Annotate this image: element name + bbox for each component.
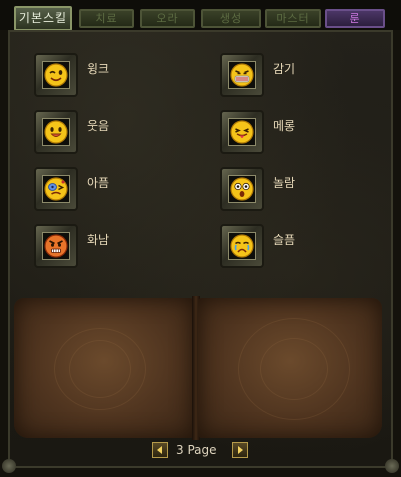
skill-label-wink: 윙크 — [87, 62, 110, 76]
skill-label-tongue: 메롱 — [273, 119, 296, 133]
next-page-button[interactable] — [232, 442, 248, 458]
skill-label-surprised: 놀람 — [273, 176, 296, 190]
skill-slot-angry[interactable] — [34, 224, 78, 268]
triangle-right-icon — [238, 446, 243, 454]
prev-page-button[interactable] — [152, 442, 168, 458]
surprised-emoticon-icon — [230, 177, 254, 201]
tongue-out-emoticon-icon — [230, 120, 254, 144]
skill-label-laugh: 웃음 — [87, 119, 110, 133]
skill-label-angry: 화남 — [87, 233, 110, 247]
skill-label-sad: 슬픔 — [273, 233, 296, 247]
skill-slot-hurt[interactable] — [34, 167, 78, 211]
skill-window: 기본스킬 치료 오라 생성 마스터 룬 윙크 감기 웃음 메롱 아픔 놀람 화남… — [0, 0, 401, 477]
sad-emoticon-icon — [230, 234, 254, 258]
skill-slot-laugh[interactable] — [34, 110, 78, 154]
tab-master[interactable]: 마스터 — [265, 9, 321, 28]
skill-slot-cold[interactable] — [220, 53, 264, 97]
cold-masked-emoticon-icon — [230, 63, 254, 87]
tab-aura[interactable]: 오라 — [140, 9, 195, 28]
skill-slot-tongue[interactable] — [220, 110, 264, 154]
page-indicator: 3 Page — [176, 443, 217, 457]
skill-label-cold: 감기 — [273, 62, 296, 76]
skill-slot-wink[interactable] — [34, 53, 78, 97]
laugh-emoticon-icon — [44, 120, 68, 144]
tab-rune[interactable]: 룬 — [325, 9, 385, 28]
book-left-page — [14, 298, 194, 438]
tab-healing[interactable]: 치료 — [79, 9, 134, 28]
hurt-emoticon-icon — [44, 177, 68, 201]
skill-book-illustration — [8, 292, 393, 442]
wink-emoticon-icon — [44, 63, 68, 87]
tab-creation[interactable]: 생성 — [201, 9, 261, 28]
tab-bar: 기본스킬 치료 오라 생성 마스터 룬 — [0, 0, 401, 31]
angry-emoticon-icon — [44, 234, 68, 258]
skill-slot-sad[interactable] — [220, 224, 264, 268]
skill-label-hurt: 아픔 — [87, 176, 110, 190]
tab-basic-skills[interactable]: 기본스킬 — [14, 6, 72, 31]
page-navigator: 3 Page — [0, 440, 401, 462]
triangle-left-icon — [157, 446, 162, 454]
skill-slot-surprised[interactable] — [220, 167, 264, 211]
book-right-page — [198, 298, 382, 438]
